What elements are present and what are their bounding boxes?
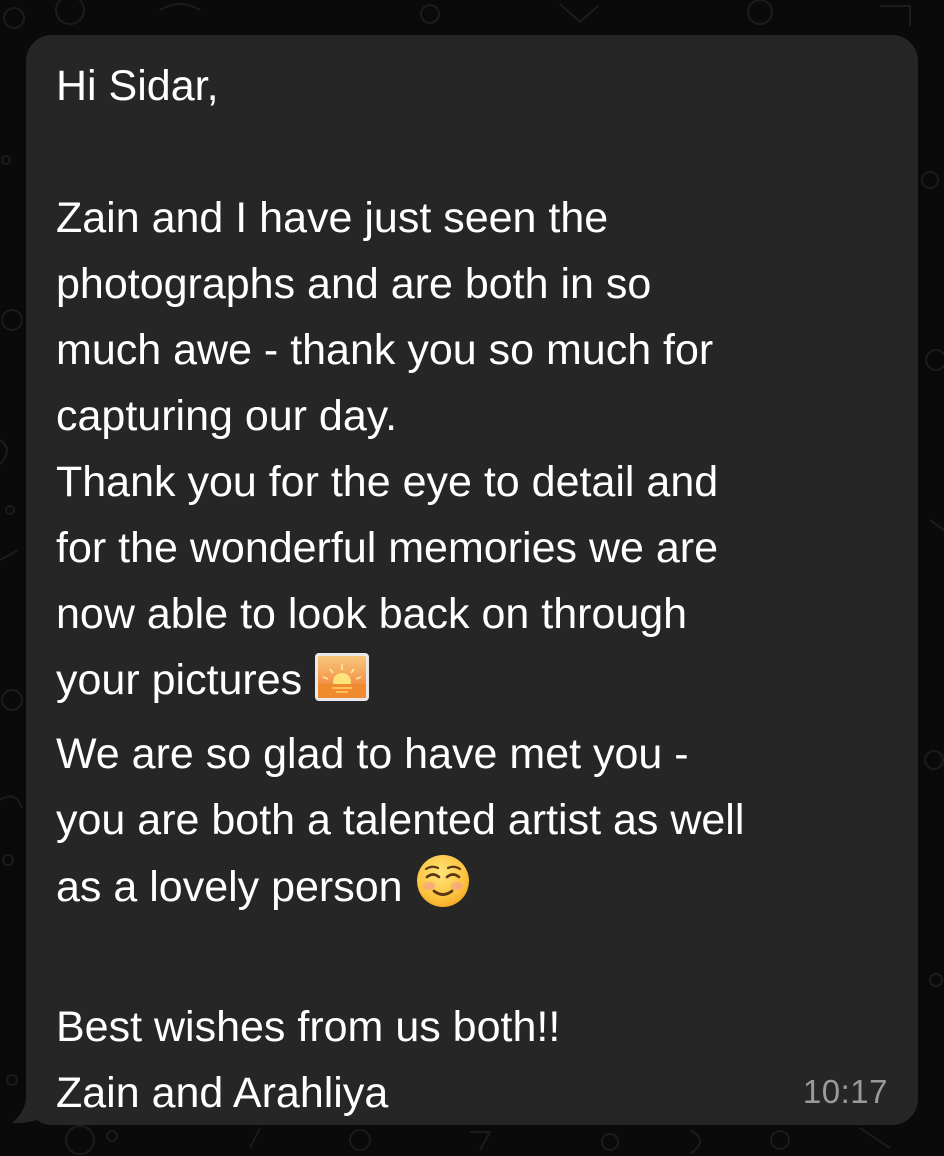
sunrise-emoji-icon <box>314 652 370 721</box>
message-line: Zain and Arahliya <box>56 1069 389 1117</box>
message-line: Best wishes from us both!! <box>56 1003 561 1051</box>
message-line: capturing our day. <box>56 392 398 440</box>
chat-background: Hi Sidar, Zain and I have just seen the … <box>0 0 944 1156</box>
message-text: Hi Sidar, Zain and I have just seen the … <box>56 53 896 1126</box>
message-line: for the wonderful memories we are <box>56 524 719 572</box>
message-line: you are both a talented artist as well <box>56 796 745 844</box>
smiling-face-emoji-icon <box>415 853 471 928</box>
message-line: Zain and I have just seen the <box>56 194 609 242</box>
message-line: as a lovely person <box>56 863 415 911</box>
message-line: now able to look back on through <box>56 590 688 638</box>
message-line: photographs and are both in so <box>56 260 652 308</box>
message-timestamp: 10:17 <box>802 1073 888 1110</box>
message-line: Thank you for the eye to detail and <box>56 458 719 506</box>
message-bubble[interactable]: Hi Sidar, Zain and I have just seen the … <box>26 35 918 1125</box>
message-line: much awe - thank you so much for <box>56 326 714 374</box>
message-line: Hi Sidar, <box>56 62 219 110</box>
message-line: your pictures <box>56 656 315 704</box>
message-line: We are so glad to have met you - <box>56 730 689 778</box>
